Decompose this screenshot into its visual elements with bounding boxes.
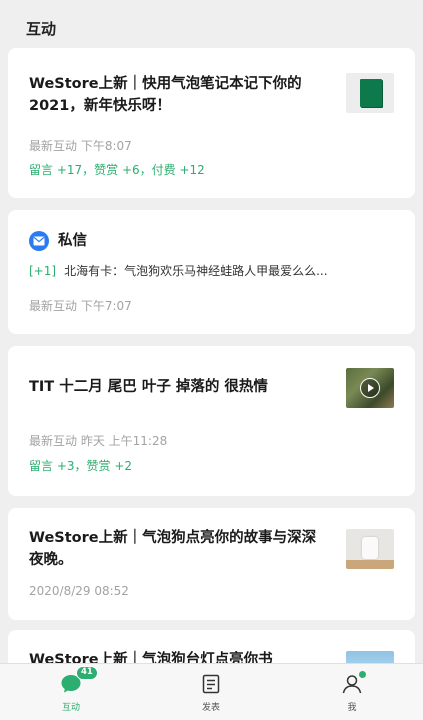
message-text: 北海有卡：气泡狗欢乐马神经蛙路人甲最爱么么...	[64, 264, 328, 278]
private-message-card[interactable]: 私信 [+1] 北海有卡：气泡狗欢乐马神经蛙路人甲最爱么么... 最新互动 下午7…	[8, 210, 415, 334]
interactions-page: 互动 WeStore上新｜快用气泡笔记本记下你的2021，新年快乐呀！ 最新互动…	[0, 0, 423, 720]
article-title: TIT 十二月 尾巴 叶子 掉落的 很热情	[29, 379, 268, 395]
interaction-stats: 留言 +3，赞赏 +2	[29, 459, 133, 473]
article-thumbnail	[346, 529, 394, 569]
tab-me[interactable]: 我	[312, 664, 392, 720]
tab-label: 互动	[61, 703, 80, 713]
article-title: WeStore上新｜气泡狗点亮你的故事与深深夜晚。	[29, 530, 317, 568]
shelf-image	[346, 560, 394, 569]
article-card[interactable]: WeStore上新｜气泡狗点亮你的故事与深深夜晚。 2020/8/29 08:5…	[8, 508, 415, 620]
interaction-stats: 留言 +17，赞赏 +6，付费 +12	[29, 163, 205, 177]
bottom-tab-bar: 41 互动 发表 我	[0, 663, 423, 720]
publish-time: 2020/8/29 08:52	[29, 584, 129, 598]
document-icon	[202, 674, 220, 694]
tab-label: 我	[347, 703, 357, 713]
notification-dot	[359, 671, 366, 678]
product-image	[362, 537, 378, 559]
article-thumbnail	[346, 73, 394, 113]
section-title: 互动	[26, 20, 57, 38]
tab-publish[interactable]: 发表	[171, 664, 251, 720]
article-title: WeStore上新｜快用气泡笔记本记下你的2021，新年快乐呀！	[29, 76, 302, 114]
tab-interactions[interactable]: 41 互动	[31, 664, 111, 720]
mail-icon	[29, 231, 49, 251]
video-thumbnail	[346, 368, 394, 408]
latest-interaction-time: 最新互动 下午8:07	[29, 139, 132, 153]
latest-interaction-time: 最新互动 昨天 上午11:28	[29, 434, 168, 448]
message-title: 私信	[58, 233, 87, 249]
article-card[interactable]: TIT 十二月 尾巴 叶子 掉落的 很热情 最新互动 昨天 上午11:28 留言…	[8, 346, 415, 496]
message-count-tag: [+1]	[29, 264, 57, 278]
notebook-image	[360, 79, 382, 107]
message-preview: [+1] 北海有卡：气泡狗欢乐马神经蛙路人甲最爱么么...	[29, 262, 399, 280]
play-icon	[360, 378, 380, 398]
unread-badge: 41	[76, 666, 98, 680]
tab-label: 发表	[201, 703, 220, 713]
article-card[interactable]: WeStore上新｜快用气泡笔记本记下你的2021，新年快乐呀！ 最新互动 下午…	[8, 48, 415, 198]
latest-interaction-time: 最新互动 下午7:07	[29, 299, 132, 313]
